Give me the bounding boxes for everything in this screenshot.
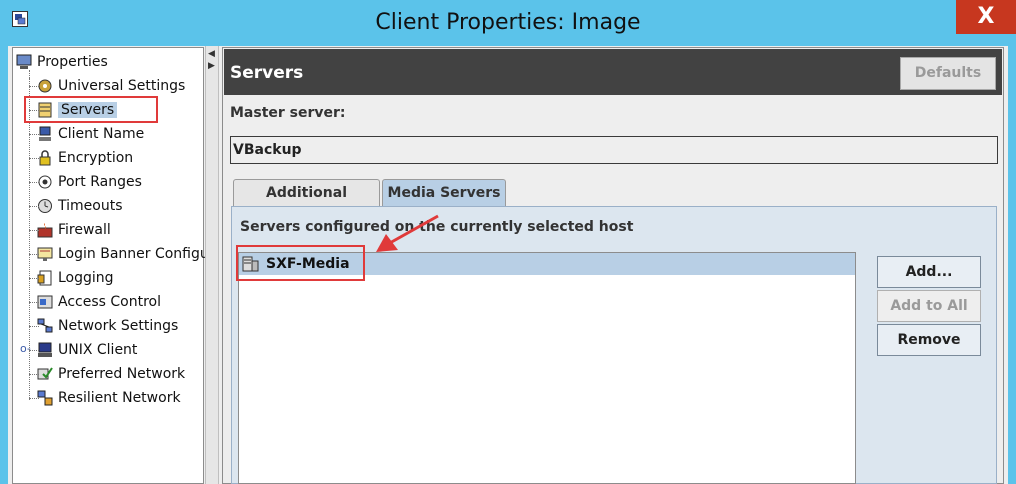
tree-connector [29, 230, 39, 231]
tree-item-label: Client Name [58, 126, 145, 142]
tab-media-servers[interactable]: Media Servers [382, 179, 506, 207]
preferred-network-icon [37, 366, 53, 382]
clock-icon [37, 198, 53, 214]
tree-item-label: Logging [58, 270, 114, 286]
tree-connector [29, 134, 39, 135]
tab-additional-servers[interactable]: Additional Servers [233, 179, 380, 227]
tree-item-timeouts[interactable]: Timeouts [37, 195, 122, 217]
banner-icon [37, 246, 53, 262]
splitter[interactable]: ◀ ▶ [205, 46, 219, 484]
tree-item-firewall[interactable]: Firewall [37, 219, 111, 241]
tree-item-label: Encryption [58, 150, 134, 166]
tree-item-resilient-network[interactable]: Resilient Network [37, 387, 181, 409]
tree-item-label: UNIX Client [58, 342, 138, 358]
tree-connector [29, 302, 39, 303]
master-server-label: Master server: [230, 105, 346, 121]
annotation-box-server-entry [236, 245, 365, 281]
tree-item-label: Access Control [58, 294, 161, 310]
servers-list [238, 252, 856, 484]
tree-item-logging[interactable]: Logging [37, 267, 114, 289]
master-server-field[interactable]: VBackup [230, 136, 998, 164]
firewall-icon [37, 222, 53, 238]
add-to-all-button[interactable]: Add to All [877, 290, 981, 322]
tree-connector [29, 398, 39, 399]
tree-item-label: Port Ranges [58, 174, 142, 190]
tree-item-encryption[interactable]: Encryption [37, 147, 133, 169]
tree-item-label: Network Settings [58, 318, 179, 334]
tree-item-label: Firewall [58, 222, 111, 238]
tree-connector [29, 86, 39, 87]
access-control-icon [37, 294, 53, 310]
tree-item-label: Universal Settings [58, 78, 186, 94]
tree-connector [29, 326, 39, 327]
tree-item-network-settings[interactable]: Network Settings [37, 315, 178, 337]
settings-icon [37, 78, 53, 94]
expand-right-icon[interactable]: ▶ [208, 62, 215, 71]
tree-item-access-control[interactable]: Access Control [37, 291, 161, 313]
resilient-network-icon [37, 390, 53, 406]
tree-item-port-ranges[interactable]: Port Ranges [37, 171, 142, 193]
tree-item-label: Properties [37, 54, 108, 70]
tree-item-label: Resilient Network [58, 390, 181, 406]
tree-connector [29, 374, 39, 375]
tree-item-login-banner-configu[interactable]: Login Banner Configu [37, 243, 209, 265]
tree-connector [29, 278, 39, 279]
client-icon [37, 126, 53, 142]
panel-title: Servers [230, 63, 304, 83]
remove-button[interactable]: Remove [877, 324, 981, 356]
panel-header [224, 49, 1002, 95]
computer-icon [16, 54, 32, 70]
logging-icon [37, 270, 53, 286]
tree-item-preferred-network[interactable]: Preferred Network [37, 363, 185, 385]
lock-icon [37, 150, 53, 166]
tree-connector [29, 158, 39, 159]
tree-item-unix-client[interactable]: UNIX Client [37, 339, 137, 361]
tree-connector [29, 206, 39, 207]
window-title: Client Properties: Image [375, 10, 641, 35]
tree-connector [29, 254, 39, 255]
close-button[interactable]: X [956, 0, 1016, 34]
annotation-arrow-icon [376, 214, 439, 252]
tree-connector [29, 182, 39, 183]
annotation-box-servers [24, 96, 158, 123]
collapse-left-icon[interactable]: ◀ [208, 50, 215, 59]
port-icon [37, 174, 53, 190]
tree-item-client-name[interactable]: Client Name [37, 123, 144, 145]
tree-item-label: Timeouts [58, 198, 123, 214]
unix-client-icon [37, 342, 53, 358]
tree-item-universal-settings[interactable]: Universal Settings [37, 75, 185, 97]
tree-item-label: Login Banner Configu [58, 246, 209, 262]
defaults-button[interactable]: Defaults [900, 57, 996, 90]
tree-item-label: Preferred Network [58, 366, 186, 382]
network-icon [37, 318, 53, 334]
add-button[interactable]: Add... [877, 256, 981, 288]
